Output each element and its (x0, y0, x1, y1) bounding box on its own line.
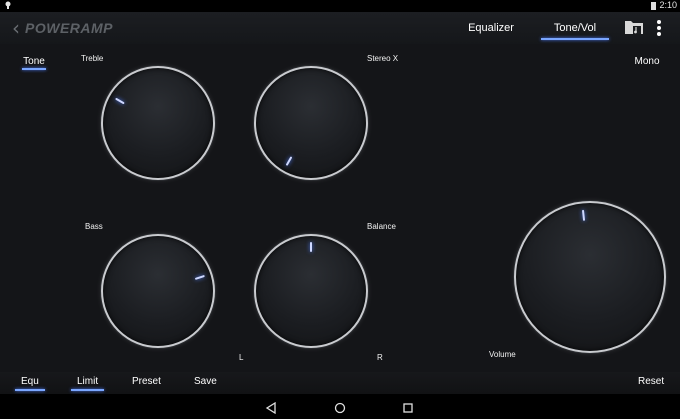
knob-indicator (285, 156, 293, 166)
balance-label: Balance (367, 222, 396, 231)
app-logo[interactable]: POWERAMP (25, 20, 113, 36)
tone-volume-panel: Tone Mono Treble Stereo X Bass Balance L… (0, 44, 680, 372)
stereo-x-knob[interactable] (254, 66, 368, 180)
knob-indicator (581, 209, 586, 221)
tab-equalizer[interactable]: Equalizer (462, 12, 520, 44)
status-time: 2:10 (659, 0, 677, 10)
overflow-menu-icon[interactable] (652, 17, 666, 39)
volume-knob[interactable] (514, 201, 666, 353)
knob-indicator (310, 242, 312, 252)
balance-right-label: R (377, 353, 383, 362)
tab-tone-vol[interactable]: Tone/Vol (541, 12, 609, 44)
bass-label: Bass (85, 222, 103, 231)
bass-knob[interactable] (101, 234, 215, 348)
reset-button[interactable]: Reset (638, 376, 664, 387)
back-chevron-icon[interactable]: ‹ (12, 16, 20, 40)
equ-button[interactable]: Equ (15, 376, 45, 391)
treble-knob[interactable] (101, 66, 215, 180)
status-bar: 2:10 (0, 0, 680, 12)
tab-tone-vol-label: Tone/Vol (553, 22, 597, 34)
battery-icon (651, 2, 656, 10)
knob-indicator (115, 97, 125, 105)
save-button[interactable]: Save (194, 376, 217, 387)
bottom-button-bar: Equ Limit Preset Save Reset (0, 372, 680, 394)
recents-icon[interactable] (402, 401, 414, 413)
limit-button[interactable]: Limit (70, 376, 105, 391)
mono-button[interactable]: Mono (632, 56, 662, 67)
home-icon[interactable] (334, 401, 346, 414)
volume-label: Volume (489, 350, 516, 359)
notification-icon (5, 1, 11, 12)
tone-tab[interactable]: Tone (22, 56, 46, 70)
treble-label: Treble (81, 54, 104, 63)
balance-left-label: L (239, 353, 244, 362)
back-icon[interactable] (265, 401, 277, 415)
tab-equalizer-label: Equalizer (468, 22, 514, 34)
system-nav-bar (0, 394, 680, 419)
preset-button[interactable]: Preset (132, 376, 161, 387)
action-bar: ‹ POWERAMP Equalizer Tone/Vol (0, 12, 680, 44)
folder-music-icon[interactable] (624, 18, 644, 36)
stereo-x-label: Stereo X (367, 54, 399, 63)
knob-indicator (194, 274, 205, 280)
balance-knob[interactable] (254, 234, 368, 348)
